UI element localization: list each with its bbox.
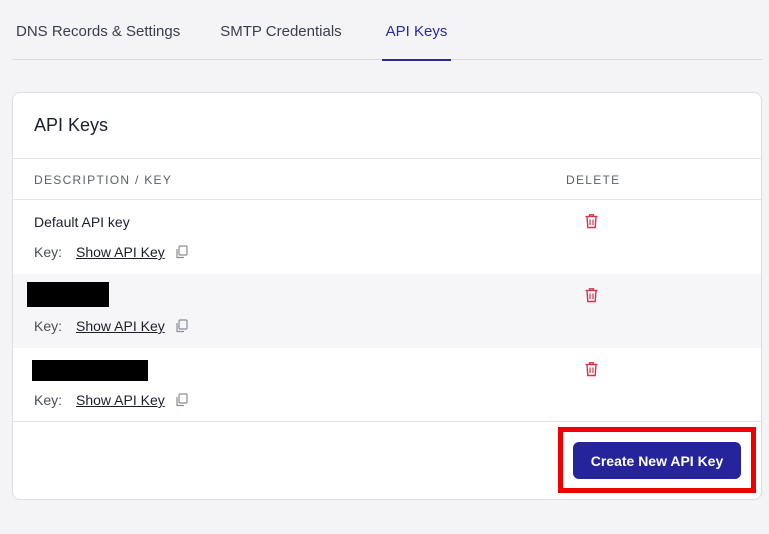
show-api-key-link[interactable]: Show API Key bbox=[76, 244, 165, 260]
tab-dns-records[interactable]: DNS Records & Settings bbox=[16, 0, 180, 60]
redacted-description bbox=[27, 282, 109, 307]
key-label: Key: bbox=[34, 318, 63, 334]
column-header-description: DESCRIPTION / KEY bbox=[34, 173, 173, 187]
show-api-key-link[interactable]: Show API Key bbox=[76, 318, 165, 334]
show-api-key-link[interactable]: Show API Key bbox=[76, 392, 165, 408]
trash-icon[interactable] bbox=[584, 213, 599, 229]
table-row: Key: Show API Key bbox=[13, 274, 761, 348]
tab-api-keys[interactable]: API Keys bbox=[381, 0, 452, 61]
copy-icon[interactable] bbox=[175, 393, 189, 407]
trash-icon[interactable] bbox=[584, 287, 599, 303]
redacted-description bbox=[32, 360, 148, 381]
table-header: DESCRIPTION / KEY DELETE bbox=[13, 158, 761, 200]
tab-smtp-credentials[interactable]: SMTP Credentials bbox=[220, 0, 341, 60]
copy-icon[interactable] bbox=[175, 319, 189, 333]
tab-bar: DNS Records & Settings SMTP Credentials … bbox=[12, 0, 762, 61]
api-key-description: Default API key bbox=[34, 214, 130, 230]
key-line: Key: Show API Key bbox=[34, 392, 189, 408]
create-new-api-key-button[interactable]: Create New API Key bbox=[573, 442, 741, 479]
key-label: Key: bbox=[34, 392, 63, 408]
card-title: API Keys bbox=[34, 115, 109, 135]
column-header-delete: DELETE bbox=[566, 173, 621, 187]
copy-icon[interactable] bbox=[175, 245, 189, 259]
trash-icon[interactable] bbox=[584, 361, 599, 377]
key-line: Key: Show API Key bbox=[34, 244, 189, 260]
key-label: Key: bbox=[34, 244, 63, 260]
key-line: Key: Show API Key bbox=[34, 318, 189, 334]
table-row: Default API key Key: Show API Key bbox=[13, 200, 761, 274]
table-row: Key: Show API Key bbox=[13, 348, 761, 422]
